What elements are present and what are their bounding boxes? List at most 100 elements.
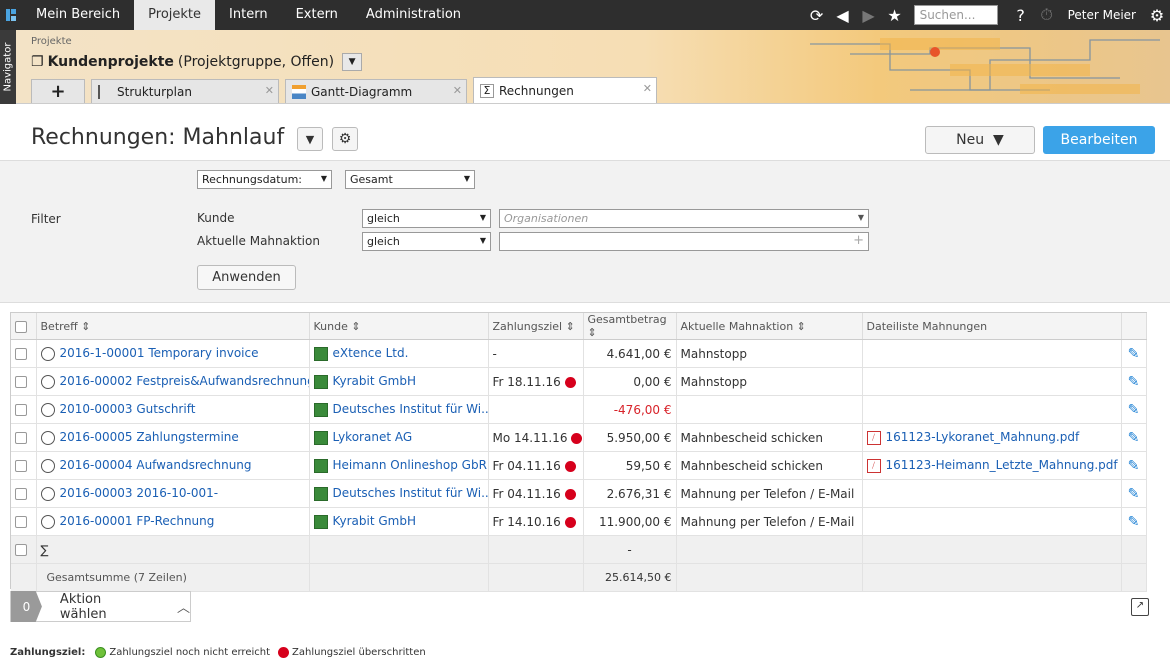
invoice-link[interactable]: 2016-00003 2016-10-001-: [36, 479, 310, 508]
close-icon[interactable]: ✕: [643, 82, 652, 95]
breadcrumb[interactable]: Projekte: [31, 36, 72, 47]
invoice-icon: [40, 346, 55, 361]
edit-icon[interactable]: ✎: [1121, 339, 1147, 368]
invoice-icon: [40, 430, 55, 445]
invoice-link[interactable]: 2016-00005 Zahlungstermine: [36, 423, 310, 452]
due-date-cell: [488, 395, 584, 424]
nav-intern[interactable]: Intern: [215, 0, 282, 30]
customer-link[interactable]: Deutsches Institut für Wi...: [309, 395, 489, 424]
customer-link[interactable]: Heimann Onlineshop GbR: [309, 451, 489, 480]
invoice-link[interactable]: 2010-00003 Gutschrift: [36, 395, 310, 424]
invoice-link[interactable]: 2016-00004 Aufwandsrechnung: [36, 451, 310, 480]
invoice-link[interactable]: 2016-00001 FP-Rechnung: [36, 507, 310, 536]
file-cell[interactable]: ⧸ 161123-Lykoranet_Mahnung.pdf: [862, 423, 1122, 452]
close-icon[interactable]: ✕: [265, 84, 274, 97]
tab-gantt-diagramm[interactable]: Gantt-Diagramm ✕: [285, 79, 467, 103]
customer-link[interactable]: Deutsches Institut für Wi...: [309, 479, 489, 508]
nav-mein-bereich[interactable]: Mein Bereich: [22, 0, 134, 30]
col-dateiliste[interactable]: Dateiliste Mahnungen: [862, 313, 1122, 340]
customer-link[interactable]: eXtence Ltd.: [309, 339, 489, 368]
row-checkbox[interactable]: [11, 395, 37, 424]
project-dropdown-button[interactable]: ▼: [342, 53, 363, 71]
invoice-link[interactable]: 2016-1-00001 Temporary invoice: [36, 339, 310, 368]
favorites-star-icon[interactable]: ★: [882, 0, 908, 30]
export-icon[interactable]: ↗: [1131, 598, 1149, 616]
app-logo-icon[interactable]: [0, 0, 22, 30]
file-cell[interactable]: ⧸ 161123-Heimann_Letzte_Mahnung.pdf: [862, 451, 1122, 480]
row-checkbox[interactable]: [11, 507, 37, 536]
tab-strukturplan[interactable]: Strukturplan ✕: [91, 79, 279, 103]
sum-checkbox[interactable]: [11, 535, 37, 564]
organisationen-select[interactable]: Organisationen ▼: [499, 209, 869, 228]
tab-rechnungen[interactable]: Σ Rechnungen ✕: [473, 77, 657, 103]
edit-icon[interactable]: ✎: [1121, 395, 1147, 424]
green-dot-icon: [95, 647, 107, 658]
mahnaktion-value-input[interactable]: +: [499, 232, 869, 251]
nav-projekte[interactable]: Projekte: [134, 0, 216, 30]
select-all-checkbox[interactable]: [11, 313, 37, 340]
table-row: 2010-00003 Gutschrift Deutsches Institut …: [11, 395, 1147, 424]
invoice-link[interactable]: 2016-00002 Festpreis&Aufwandsrechnung: [36, 367, 310, 396]
col-mahnaktion[interactable]: Aktuelle Mahnaktion ⇕: [676, 313, 863, 340]
row-checkbox[interactable]: [11, 339, 37, 368]
nav-extern[interactable]: Extern: [282, 0, 352, 30]
invoice-icon: [40, 402, 55, 417]
edit-icon[interactable]: ✎: [1121, 507, 1147, 536]
amount-cell: 4.641,00 €: [583, 339, 677, 368]
invoice-icon: [40, 514, 55, 529]
row-checkbox[interactable]: [11, 451, 37, 480]
organisation-icon: [313, 430, 328, 445]
customer-link[interactable]: Lykoranet AG: [309, 423, 489, 452]
nav-administration[interactable]: Administration: [352, 0, 475, 30]
edit-icon[interactable]: ✎: [1121, 451, 1147, 480]
close-icon[interactable]: ✕: [453, 84, 462, 97]
add-tab-button[interactable]: +: [31, 79, 85, 103]
customer-link[interactable]: Kyrabit GmbH: [309, 367, 489, 396]
gear-icon[interactable]: ⚙: [1144, 0, 1170, 30]
apply-filter-button[interactable]: Anwenden: [197, 265, 296, 290]
date-range-select[interactable]: Gesamt ▼: [345, 170, 475, 189]
row-checkbox[interactable]: [11, 423, 37, 452]
stopwatch-icon[interactable]: ⏱: [1034, 0, 1060, 30]
help-button[interactable]: ?: [1008, 0, 1034, 30]
overdue-dot-icon: [564, 376, 576, 388]
chevron-up-icon[interactable]: ︿: [177, 597, 190, 616]
due-date-cell: -: [488, 339, 584, 368]
action-bar[interactable]: 0 Aktion wählen ︿: [10, 591, 191, 622]
customer-link[interactable]: Kyrabit GmbH: [309, 507, 489, 536]
edit-icon[interactable]: ✎: [1121, 367, 1147, 396]
due-date-cell: Mo 14.11.16: [488, 423, 584, 452]
col-betreff[interactable]: Betreff ⇕: [36, 313, 310, 340]
row-checkbox[interactable]: [11, 479, 37, 508]
date-field-select[interactable]: Rechnungsdatum: ▼: [197, 170, 332, 189]
pdf-icon: ⧸: [866, 430, 881, 445]
user-menu[interactable]: Peter Meier: [1060, 8, 1144, 22]
refresh-icon[interactable]: ⟳: [804, 0, 830, 30]
edit-icon[interactable]: ✎: [1121, 479, 1147, 508]
header-decoration: [810, 38, 1160, 94]
settings-gear-button[interactable]: ⚙: [332, 127, 358, 151]
invoice-icon: [40, 486, 55, 501]
mahnaktion-operator-select[interactable]: gleich ▼: [362, 232, 491, 251]
total-label: Gesamtsumme (7 Zeilen): [36, 563, 310, 592]
view-tabs: + Strukturplan ✕ Gantt-Diagramm ✕ Σ Rechnu…: [31, 77, 663, 104]
amount-cell: 0,00 €: [583, 367, 677, 396]
col-gesamtbetrag[interactable]: Gesamtbetrag ⇕: [583, 313, 677, 340]
forward-icon[interactable]: ▶: [856, 0, 882, 30]
invoice-icon: [40, 458, 55, 473]
col-zahlungsziel[interactable]: Zahlungsziel ⇕: [488, 313, 584, 340]
navigator-panel-toggle[interactable]: Navigator: [0, 30, 16, 104]
edit-button[interactable]: Bearbeiten: [1043, 126, 1155, 154]
organisation-icon: [313, 486, 328, 501]
search-input[interactable]: Suchen...: [913, 5, 998, 25]
mahnaktion-label: Aktuelle Mahnaktion: [197, 234, 320, 248]
col-kunde[interactable]: Kunde ⇕: [309, 313, 489, 340]
edit-icon[interactable]: ✎: [1121, 423, 1147, 452]
title-dropdown-button[interactable]: ▼: [297, 127, 323, 151]
new-dropdown-button[interactable]: Neu ▼: [925, 126, 1035, 154]
action-select[interactable]: Aktion wählen: [60, 592, 149, 622]
row-checkbox[interactable]: [11, 367, 37, 396]
kunde-operator-select[interactable]: gleich ▼: [362, 209, 491, 228]
back-icon[interactable]: ◀: [830, 0, 856, 30]
amount-cell: 11.900,00 €: [583, 507, 677, 536]
